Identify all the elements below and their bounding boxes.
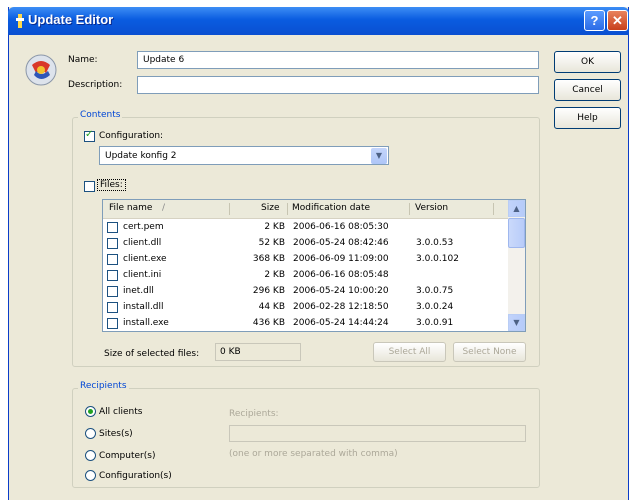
file-version: 3.0.0.91	[416, 318, 454, 328]
configuration-select[interactable]: Update konfig 2 ▼	[99, 146, 389, 165]
files-scrollbar[interactable]: ▲ ▼	[508, 200, 525, 331]
file-size: 2 KB	[264, 222, 285, 232]
file-name: client.dll	[123, 238, 162, 248]
radio-configurations[interactable]	[85, 470, 96, 481]
radio-sites[interactable]	[85, 428, 96, 439]
file-checkbox[interactable]	[107, 222, 118, 233]
name-label: Name:	[68, 55, 98, 65]
file-row[interactable]: inet.dll 296 KB 2006-05-24 10:00:20 3.0.0.7…	[103, 284, 508, 300]
column-divider[interactable]	[493, 203, 494, 215]
sort-indicator-icon: /	[162, 203, 166, 213]
close-button[interactable]: ✕	[607, 10, 628, 31]
scroll-down-icon[interactable]: ▼	[508, 314, 525, 331]
file-checkbox[interactable]	[107, 286, 118, 297]
file-name: install.exe	[123, 318, 169, 328]
file-checkbox[interactable]	[107, 318, 118, 329]
file-date: 2006-06-09 11:09:00	[293, 254, 389, 264]
file-row[interactable]: install.dll 44 KB 2006-02-28 12:18:50 3.0.0…	[103, 300, 508, 316]
title-help-button[interactable]: ?	[584, 10, 605, 31]
file-size: 368 KB	[252, 254, 285, 264]
column-header-file-name[interactable]: File name	[109, 203, 152, 213]
update-icon	[16, 14, 24, 28]
recipients-hint: (one or more separated with comma)	[229, 449, 398, 459]
cancel-button[interactable]: Cancel	[554, 79, 621, 101]
column-divider[interactable]	[409, 203, 410, 215]
selected-size-label: Size of selected files:	[104, 349, 200, 359]
help-button[interactable]: Help	[554, 107, 621, 129]
select-all-button[interactable]: Select All	[373, 342, 446, 362]
description-label: Description:	[68, 80, 123, 90]
file-row[interactable]: client.ini 2 KB 2006-06-16 08:05:48	[103, 268, 508, 284]
configuration-value: Update konfig 2	[105, 151, 177, 161]
file-date: 2006-06-16 08:05:30	[293, 222, 389, 232]
file-checkbox[interactable]	[107, 302, 118, 313]
radio-label-all-clients: All clients	[99, 407, 143, 417]
radio-label-configurations: Configuration(s)	[99, 471, 172, 481]
scroll-up-icon[interactable]: ▲	[508, 200, 525, 217]
file-row[interactable]: install.exe 436 KB 2006-05-24 14:44:24 3.0.…	[103, 316, 508, 331]
column-header-version[interactable]: Version	[415, 203, 448, 213]
file-date: 2006-06-16 08:05:48	[293, 270, 389, 280]
file-row[interactable]: client.dll 52 KB 2006-05-24 08:42:46 3.0.0.…	[103, 236, 508, 252]
ok-button[interactable]: OK	[554, 51, 621, 73]
selected-size-value: 0 KB	[215, 343, 301, 361]
radio-label-sites: Sites(s)	[99, 429, 133, 439]
column-header-modification-date[interactable]: Modification date	[292, 203, 370, 213]
file-name: client.ini	[123, 270, 162, 280]
select-none-button[interactable]: Select None	[453, 342, 526, 362]
file-name: cert.pem	[123, 222, 164, 232]
column-header-size[interactable]: Size	[261, 203, 279, 213]
update-globe-icon	[25, 54, 57, 86]
radio-all-clients[interactable]	[85, 406, 96, 417]
file-row[interactable]: client.exe 368 KB 2006-06-09 11:09:00 3.0.0…	[103, 252, 508, 268]
column-divider[interactable]	[229, 203, 230, 215]
window-title: Update Editor	[28, 12, 114, 27]
file-version: 3.0.0.24	[416, 302, 454, 312]
file-size: 2 KB	[264, 270, 285, 280]
file-version: 3.0.0.75	[416, 286, 454, 296]
file-name: install.dll	[123, 302, 164, 312]
scroll-thumb[interactable]	[508, 218, 525, 248]
configuration-checkbox[interactable]	[84, 129, 95, 142]
files-checkbox[interactable]	[84, 181, 95, 192]
description-input[interactable]	[137, 76, 539, 94]
chevron-down-icon[interactable]: ▼	[371, 148, 387, 164]
recipients-group-title: Recipients	[78, 381, 129, 391]
file-version: 3.0.0.53	[416, 238, 454, 248]
name-input[interactable]: Update 6	[137, 51, 539, 69]
file-row[interactable]: cert.pem 2 KB 2006-06-16 08:05:30	[103, 220, 508, 236]
file-size: 436 KB	[252, 318, 285, 328]
files-label: Files:	[97, 179, 126, 191]
file-size: 296 KB	[252, 286, 285, 296]
radio-label-computers: Computer(s)	[99, 451, 156, 461]
file-checkbox[interactable]	[107, 238, 118, 249]
recipients-input[interactable]	[229, 425, 526, 442]
contents-group-title: Contents	[78, 110, 123, 120]
files-list[interactable]: File name / Size Modification date Versi…	[102, 199, 526, 332]
file-date: 2006-05-24 14:44:24	[293, 318, 389, 328]
title-bar[interactable]: Update Editor ? ✕	[8, 7, 629, 35]
file-size: 44 KB	[258, 302, 285, 312]
file-checkbox[interactable]	[107, 270, 118, 281]
file-date: 2006-05-24 10:00:20	[293, 286, 389, 296]
column-divider[interactable]	[287, 203, 288, 215]
file-name: inet.dll	[123, 286, 154, 296]
file-version: 3.0.0.102	[416, 254, 459, 264]
file-name: client.exe	[123, 254, 167, 264]
recipients-field-label: Recipients:	[229, 409, 279, 419]
configuration-label: Configuration:	[99, 131, 164, 141]
file-date: 2006-02-28 12:18:50	[293, 302, 389, 312]
file-checkbox[interactable]	[107, 254, 118, 265]
file-date: 2006-05-24 08:42:46	[293, 238, 389, 248]
files-list-header: File name / Size Modification date Versi…	[103, 200, 508, 219]
file-size: 52 KB	[258, 238, 285, 248]
radio-computers[interactable]	[85, 450, 96, 461]
